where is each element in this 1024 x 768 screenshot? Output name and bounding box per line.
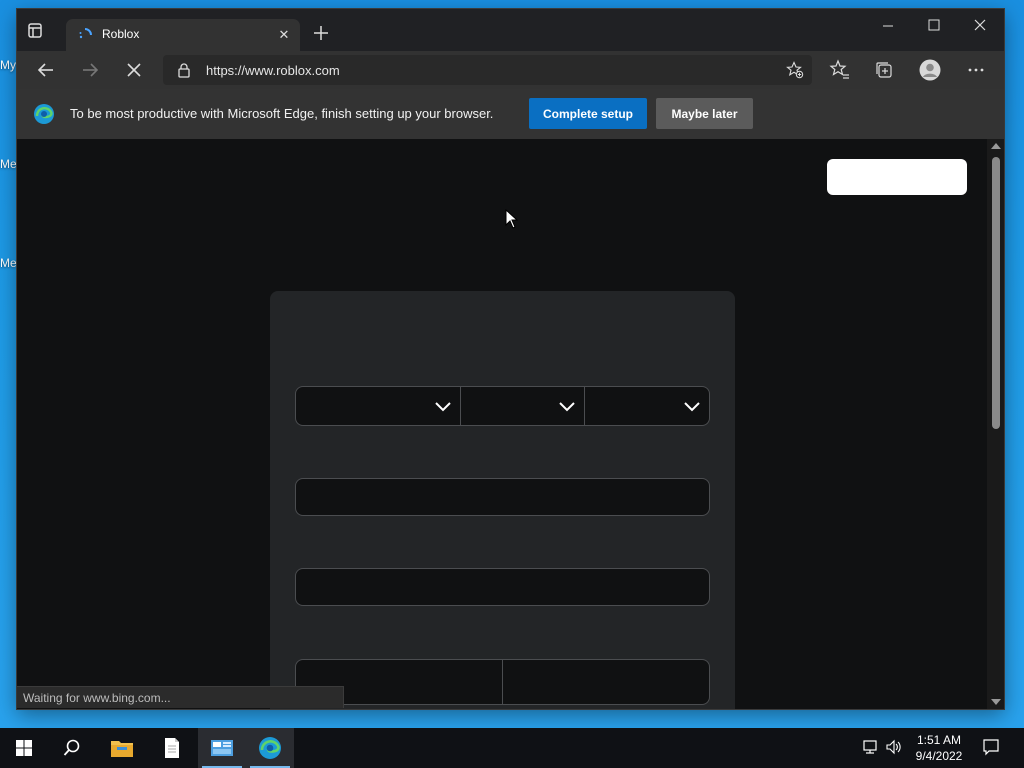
stop-loading-icon[interactable]	[122, 58, 146, 82]
browser-window: Roblox ✕ https://www.roblox.com To be mo…	[17, 9, 1004, 709]
header-action-button[interactable]	[827, 159, 967, 195]
add-favorite-icon[interactable]	[786, 61, 804, 79]
infobar-message: To be most productive with Microsoft Edg…	[70, 106, 494, 121]
close-window-icon[interactable]	[957, 9, 1003, 43]
new-tab-icon[interactable]	[312, 24, 330, 42]
setup-infobar: To be most productive with Microsoft Edg…	[17, 89, 1004, 140]
notepad-icon[interactable]	[148, 728, 196, 768]
back-icon[interactable]	[34, 58, 58, 82]
network-icon[interactable]	[862, 738, 880, 756]
edge-icon[interactable]	[246, 728, 294, 768]
birth-day-select[interactable]	[461, 386, 585, 426]
page-content	[17, 139, 987, 709]
profile-avatar-icon[interactable]	[919, 59, 941, 81]
edge-logo-icon	[33, 103, 55, 125]
forward-icon[interactable]	[78, 58, 102, 82]
complete-setup-button[interactable]: Complete setup	[529, 98, 647, 129]
more-options-icon[interactable]	[965, 59, 987, 81]
vertical-scrollbar[interactable]	[987, 139, 1004, 709]
username-field[interactable]	[295, 478, 710, 516]
chevron-down-icon	[434, 397, 452, 415]
collections-icon[interactable]	[873, 59, 895, 81]
control-panel-icon[interactable]	[198, 728, 246, 768]
loading-spinner-icon	[78, 28, 92, 42]
tab-actions-icon[interactable]	[25, 21, 45, 41]
toolbar: https://www.roblox.com	[17, 51, 1004, 89]
maximize-icon[interactable]	[911, 9, 957, 43]
scroll-down-icon[interactable]	[991, 699, 1001, 705]
gender-button-group	[295, 659, 710, 705]
minimize-icon[interactable]	[865, 9, 911, 43]
chevron-down-icon	[683, 397, 701, 415]
volume-icon[interactable]	[885, 738, 903, 756]
maybe-later-button[interactable]: Maybe later	[656, 98, 753, 129]
url-text[interactable]: https://www.roblox.com	[206, 63, 340, 78]
clock-date: 9/4/2022	[915, 749, 963, 763]
start-icon[interactable]	[0, 728, 48, 768]
tab-title: Roblox	[102, 27, 140, 41]
tab-close-icon[interactable]: ✕	[276, 27, 292, 43]
scrollbar-thumb[interactable]	[992, 157, 1000, 429]
birthday-select-group	[295, 386, 710, 426]
birth-year-select[interactable]	[585, 386, 710, 426]
signup-card	[270, 291, 735, 709]
status-bar: Waiting for www.bing.com...	[17, 686, 344, 708]
system-clock[interactable]: 1:51 AM 9/4/2022	[912, 732, 966, 764]
address-bar[interactable]: https://www.roblox.com	[163, 55, 812, 85]
browser-tab[interactable]: Roblox ✕	[66, 19, 300, 52]
desktop-icon-label[interactable]: Me	[0, 157, 17, 171]
mouse-cursor-icon	[505, 208, 519, 229]
notifications-icon[interactable]	[982, 738, 1000, 756]
title-bar: Roblox ✕	[17, 9, 1004, 52]
desktop-icon-label[interactable]: Me	[0, 256, 17, 270]
favorites-icon[interactable]	[829, 59, 851, 81]
lock-icon[interactable]	[177, 63, 191, 78]
desktop-icon-label[interactable]: My	[0, 58, 16, 72]
clock-time: 1:51 AM	[916, 733, 962, 747]
file-explorer-icon[interactable]	[98, 728, 146, 768]
password-field[interactable]	[295, 568, 710, 606]
birth-month-select[interactable]	[295, 386, 461, 426]
chevron-down-icon	[558, 397, 576, 415]
scroll-up-icon[interactable]	[991, 143, 1001, 149]
search-icon[interactable]	[48, 728, 96, 768]
gender-male-button[interactable]	[502, 659, 710, 705]
taskbar: 1:51 AM 9/4/2022	[0, 728, 1024, 768]
